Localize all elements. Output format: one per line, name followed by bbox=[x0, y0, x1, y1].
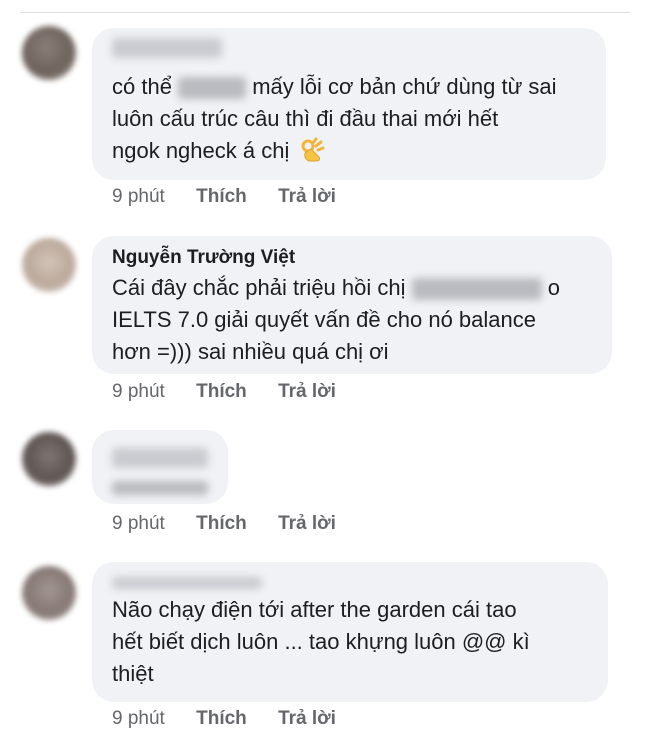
comment-line: mấy lỗi cơ bản chứ dùng từ sai bbox=[252, 74, 557, 99]
avatar[interactable] bbox=[22, 238, 76, 292]
blurred-author-name bbox=[112, 577, 262, 589]
blurred-author-name bbox=[112, 38, 222, 58]
comment-text: Não chạy điện tới after the garden cái t… bbox=[112, 594, 588, 690]
avatar[interactable] bbox=[22, 26, 76, 80]
comment-text: Cái đây chắc phải triệu hồi chị o IELTS … bbox=[112, 272, 592, 368]
like-button[interactable]: Thích bbox=[196, 708, 247, 730]
reply-button[interactable]: Trả lời bbox=[278, 513, 336, 535]
comment-line: hết biết dịch luôn ... tao khựng luôn @@… bbox=[112, 629, 530, 654]
comment-line: thiệt bbox=[112, 661, 154, 686]
blurred-text bbox=[112, 481, 208, 495]
comment-time[interactable]: 9 phút bbox=[112, 381, 165, 403]
comment-text: có thể mấy lỗi cơ bản chứ dùng từ sai lu… bbox=[112, 71, 586, 167]
comment-line: IELTS 7.0 giải quyết vấn đề cho nó balan… bbox=[112, 307, 536, 332]
comment-meta: 9 phút Thích Trả lời bbox=[112, 186, 362, 208]
like-button[interactable]: Thích bbox=[196, 513, 247, 535]
comment-line: o bbox=[547, 275, 560, 300]
reply-button[interactable]: Trả lời bbox=[278, 708, 336, 730]
comment-time[interactable]: 9 phút bbox=[112, 513, 165, 535]
comment-time[interactable]: 9 phút bbox=[112, 708, 165, 730]
blurred-text bbox=[178, 77, 247, 100]
comment-bubble: có thể mấy lỗi cơ bản chứ dùng từ sai lu… bbox=[92, 28, 606, 180]
comment-meta: 9 phút Thích Trả lời bbox=[112, 381, 362, 403]
comment-line: Não chạy điện tới after the garden cái t… bbox=[112, 597, 517, 622]
comment-line: hơn =))) sai nhiều quá chị ơi bbox=[112, 339, 389, 364]
reply-button[interactable]: Trả lời bbox=[278, 186, 336, 208]
comment-meta: 9 phút Thích Trả lời bbox=[112, 708, 362, 730]
comment-author[interactable]: Nguyễn Trường Việt bbox=[112, 246, 592, 270]
like-button[interactable]: Thích bbox=[196, 186, 247, 208]
comment-bubble: Não chạy điện tới after the garden cái t… bbox=[92, 562, 608, 702]
blurred-author-name bbox=[112, 448, 208, 468]
comment-bubble: Nguyễn Trường Việt Cái đây chắc phải tri… bbox=[92, 236, 612, 374]
comment-time[interactable]: 9 phút bbox=[112, 186, 165, 208]
comment-author[interactable] bbox=[112, 38, 586, 65]
comment-line: có thể bbox=[112, 74, 172, 99]
comment-author[interactable] bbox=[112, 572, 588, 596]
top-divider bbox=[20, 12, 630, 13]
ok-hand-icon bbox=[299, 137, 325, 163]
comment-line: Cái đây chắc phải triệu hồi chị bbox=[112, 275, 406, 300]
comment-line: ngok ngheck á chị bbox=[112, 138, 290, 163]
like-button[interactable]: Thích bbox=[196, 381, 247, 403]
comment-bubble bbox=[92, 430, 228, 504]
avatar[interactable] bbox=[22, 566, 76, 620]
comment-line: luôn cấu trúc câu thì đi đầu thai mới hế… bbox=[112, 106, 499, 131]
reply-button[interactable]: Trả lời bbox=[278, 381, 336, 403]
comment-meta: 9 phút Thích Trả lời bbox=[112, 513, 362, 535]
avatar[interactable] bbox=[22, 432, 76, 486]
comment-author[interactable] bbox=[112, 440, 208, 475]
blurred-text bbox=[411, 278, 542, 301]
